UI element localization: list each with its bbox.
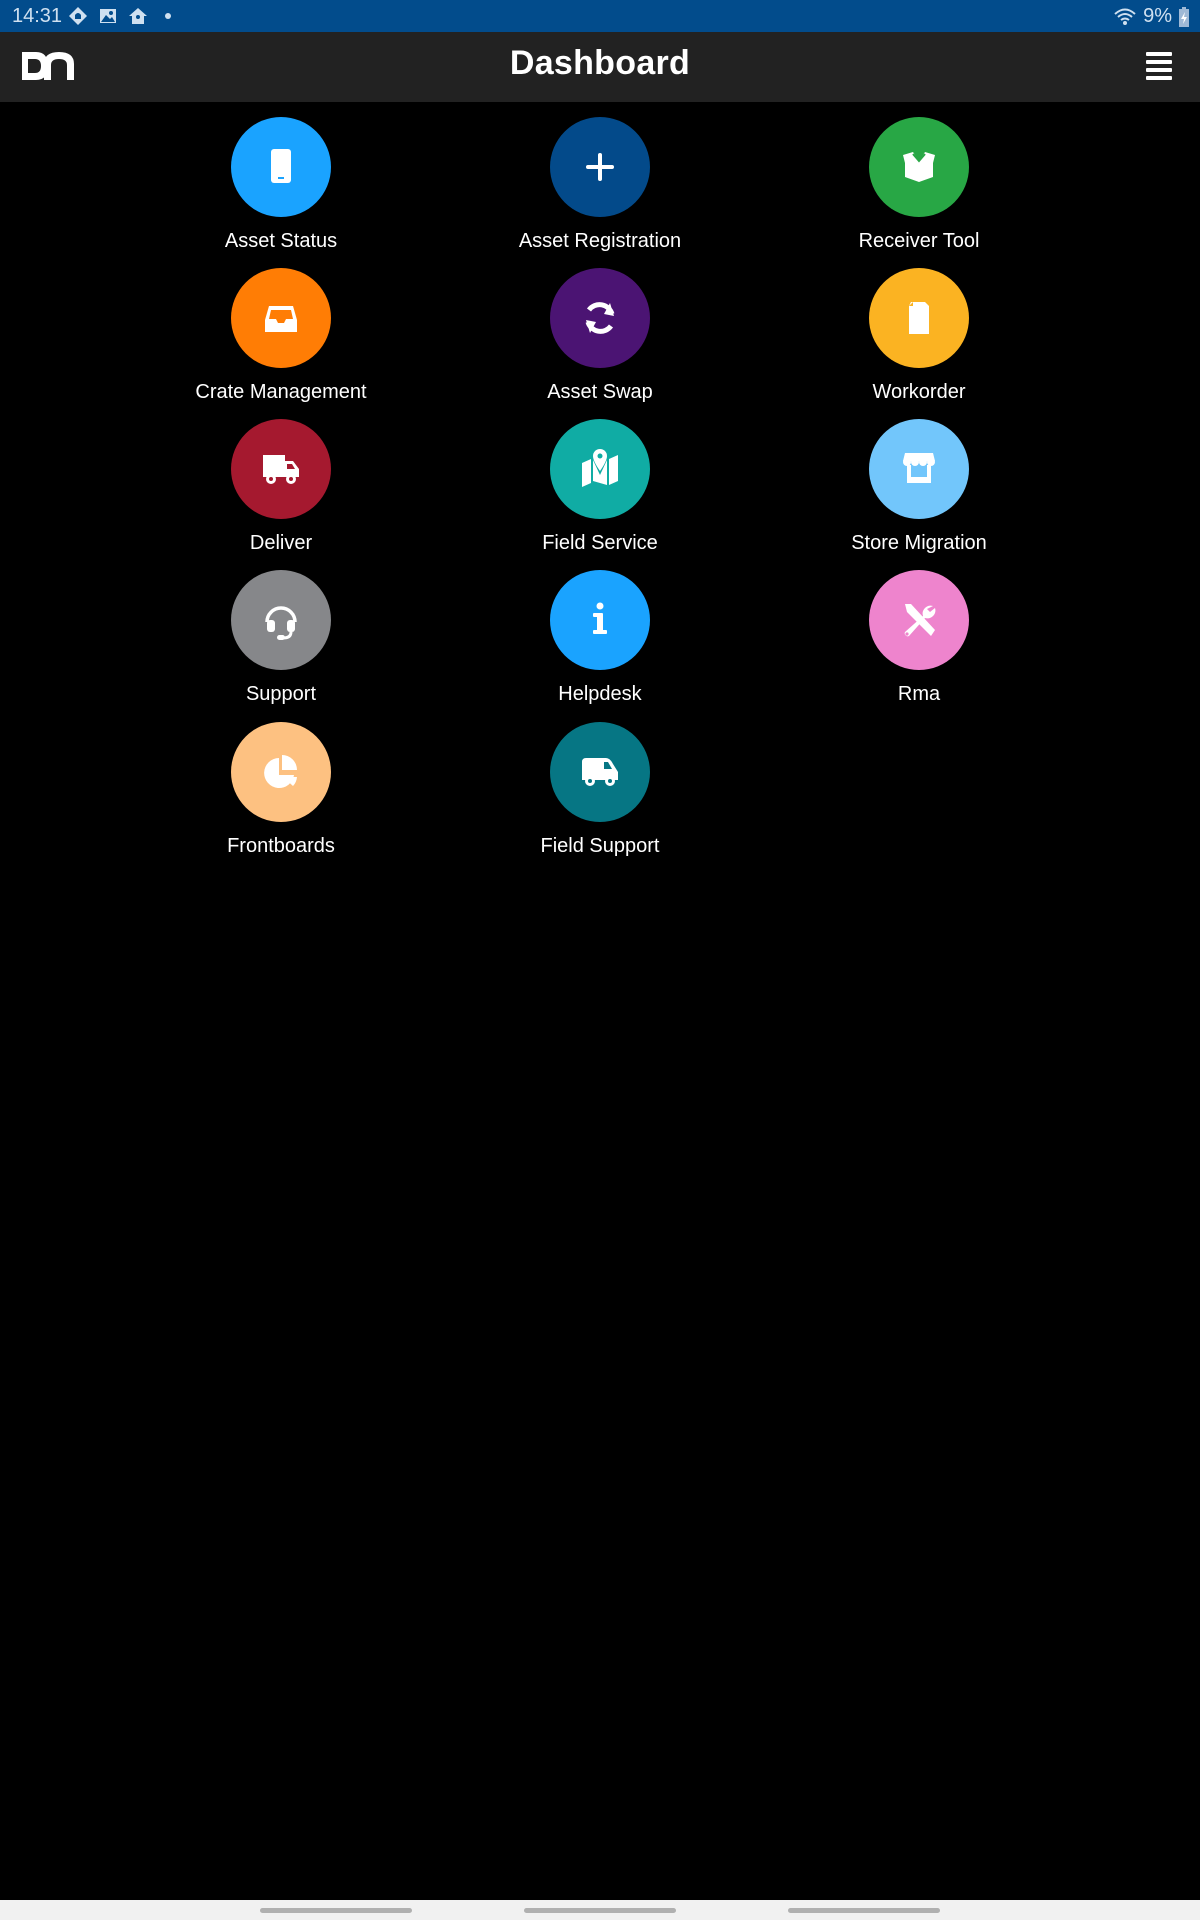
pie-chart-icon bbox=[264, 755, 297, 788]
app-header: Dashboard bbox=[0, 32, 1200, 102]
tile-icon-button[interactable] bbox=[869, 268, 969, 368]
tile-label: Field Support bbox=[540, 835, 660, 857]
tile-asset-status[interactable]: Asset Status bbox=[131, 102, 431, 252]
tile-label: Rma bbox=[897, 683, 941, 705]
plus-icon bbox=[586, 153, 614, 181]
vpn-icon bbox=[68, 6, 88, 26]
info-icon bbox=[593, 602, 607, 634]
tile-label: Workorder bbox=[872, 381, 966, 403]
tile-label: Asset Swap bbox=[547, 381, 653, 403]
tile-label: Receiver Tool bbox=[858, 230, 980, 252]
truck-icon bbox=[263, 455, 299, 484]
dot-icon bbox=[158, 6, 178, 26]
inbox-tray-icon bbox=[265, 306, 297, 332]
tile-icon-button[interactable] bbox=[869, 117, 969, 217]
tile-label: Crate Management bbox=[195, 381, 367, 403]
tablet-icon bbox=[271, 149, 291, 183]
tile-workorder[interactable]: Workorder bbox=[769, 253, 1069, 403]
status-bar: 14:31 9% bbox=[0, 0, 1200, 32]
tile-icon-button[interactable] bbox=[550, 117, 650, 217]
tile-support[interactable]: Support bbox=[131, 555, 431, 705]
tile-icon-button[interactable] bbox=[550, 419, 650, 519]
tile-label: Asset Status bbox=[224, 230, 338, 252]
battery-charging-icon bbox=[1178, 6, 1190, 28]
home-assistant-icon bbox=[128, 6, 148, 26]
page-title: Dashboard bbox=[509, 44, 691, 82]
tile-receiver-tool[interactable]: Receiver Tool bbox=[769, 102, 1069, 252]
tile-helpdesk[interactable]: Helpdesk bbox=[450, 555, 750, 705]
sync-icon bbox=[585, 302, 615, 334]
tile-asset-registration[interactable]: Asset Registration bbox=[450, 102, 750, 252]
tile-icon-button[interactable] bbox=[231, 117, 331, 217]
tile-label: Field Service bbox=[542, 532, 658, 554]
recent-apps-button[interactable] bbox=[260, 1908, 412, 1913]
tile-rma[interactable]: Rma bbox=[769, 555, 1069, 705]
back-button[interactable] bbox=[788, 1908, 940, 1913]
tile-field-support[interactable]: Field Support bbox=[450, 707, 750, 857]
tile-crate-management[interactable]: Crate Management bbox=[131, 253, 431, 403]
tile-icon-button[interactable] bbox=[550, 570, 650, 670]
tools-icon bbox=[904, 604, 936, 637]
map-pin-icon bbox=[582, 449, 618, 487]
open-box-icon bbox=[903, 152, 935, 182]
tile-icon-button[interactable] bbox=[231, 268, 331, 368]
document-icon bbox=[909, 302, 929, 334]
tile-label: Store Migration bbox=[851, 532, 987, 554]
tile-deliver[interactable]: Deliver bbox=[131, 404, 431, 554]
system-nav-bar bbox=[0, 1900, 1200, 1920]
tile-label: Asset Registration bbox=[518, 230, 682, 252]
tile-icon-button[interactable] bbox=[231, 570, 331, 670]
tile-field-service[interactable]: Field Service bbox=[450, 404, 750, 554]
image-icon bbox=[98, 6, 118, 26]
notification-icons bbox=[68, 6, 178, 26]
tile-asset-swap[interactable]: Asset Swap bbox=[450, 253, 750, 403]
tile-store-migration[interactable]: Store Migration bbox=[769, 404, 1069, 554]
status-time: 14:31 bbox=[12, 5, 63, 27]
tile-icon-button[interactable] bbox=[550, 722, 650, 822]
tile-label: Frontboards bbox=[227, 835, 335, 857]
headset-icon bbox=[265, 606, 297, 640]
battery-percent: 9% bbox=[1143, 5, 1172, 27]
tile-label: Support bbox=[245, 683, 317, 705]
home-button[interactable] bbox=[524, 1908, 676, 1913]
tile-icon-button[interactable] bbox=[869, 570, 969, 670]
store-icon bbox=[903, 453, 935, 483]
van-icon bbox=[582, 758, 618, 786]
tile-label: Deliver bbox=[249, 532, 313, 554]
wifi-icon bbox=[1113, 7, 1137, 27]
tile-icon-button[interactable] bbox=[231, 722, 331, 822]
hamburger-menu-icon[interactable] bbox=[1146, 52, 1172, 80]
tile-icon-button[interactable] bbox=[550, 268, 650, 368]
tile-icon-button[interactable] bbox=[869, 419, 969, 519]
tile-frontboards[interactable]: Frontboards bbox=[131, 707, 431, 857]
tile-label: Helpdesk bbox=[558, 683, 642, 705]
tile-icon-button[interactable] bbox=[231, 419, 331, 519]
